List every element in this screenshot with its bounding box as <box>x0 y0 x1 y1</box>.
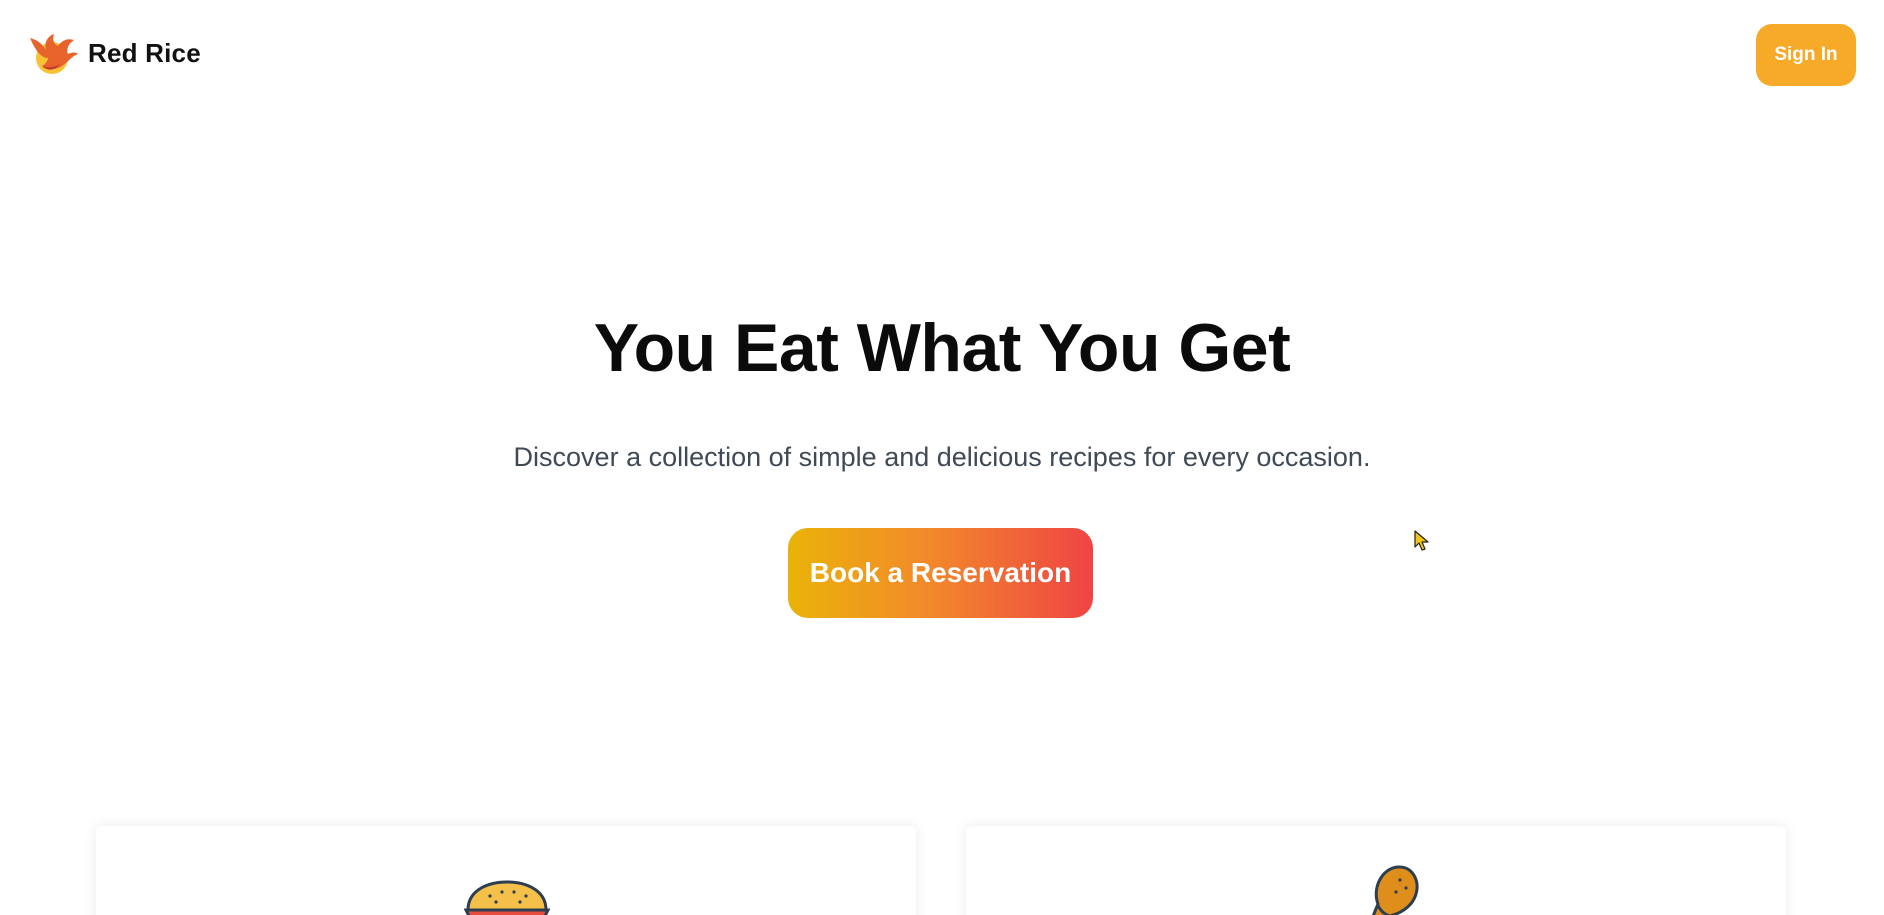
feature-card-burger <box>96 826 916 915</box>
site-header: Red Rice Sign In <box>0 0 1884 106</box>
mouse-cursor-icon <box>1414 530 1429 551</box>
brand[interactable]: Red Rice <box>28 30 201 76</box>
hero-subtitle: Discover a collection of simple and deli… <box>513 442 1371 472</box>
sign-in-button[interactable]: Sign In <box>1756 24 1856 86</box>
book-reservation-button[interactable]: Book a Reservation <box>788 528 1093 618</box>
phoenix-logo-icon <box>30 34 78 74</box>
feature-card-chicken <box>966 826 1786 915</box>
hero-title: You Eat What You Get <box>593 310 1291 386</box>
chicken-leg-icon <box>1371 865 1419 915</box>
page: Red Rice Sign In You Eat What You Get Di… <box>0 0 1884 915</box>
burger-icon <box>464 880 550 915</box>
brand-name: Red Rice <box>88 37 201 68</box>
